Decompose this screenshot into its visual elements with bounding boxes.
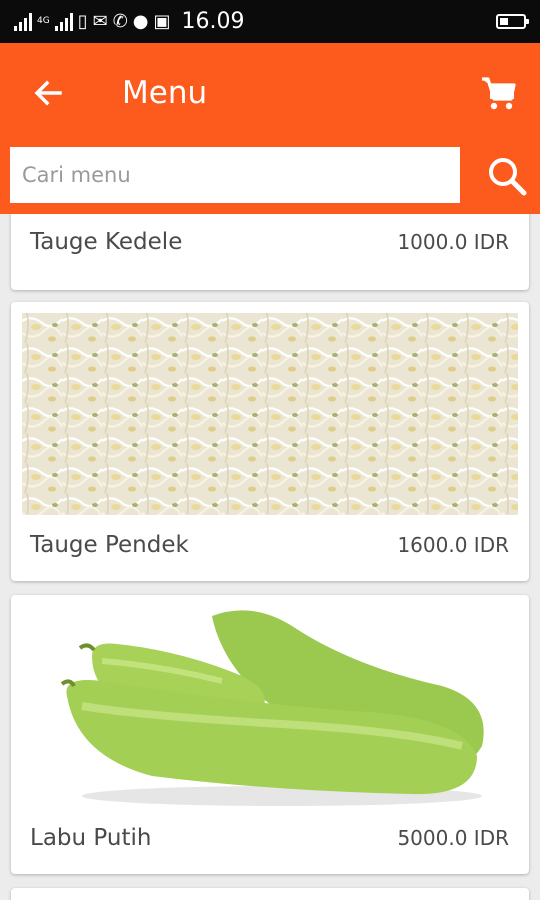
menu-item-card[interactable] — [11, 888, 529, 900]
chat-icon: ● — [132, 10, 149, 32]
signal-icon — [14, 12, 32, 31]
arrow-left-icon[interactable] — [28, 73, 68, 113]
menu-item-price: 1600.0 IDR — [397, 533, 509, 557]
menu-list[interactable]: Tauge Kedele 1000.0 IDR Tauge Pendek 160… — [0, 214, 540, 900]
menu-item-card[interactable]: Labu Putih 5000.0 IDR — [11, 595, 529, 874]
menu-item-card[interactable]: Tauge Kedele 1000.0 IDR — [11, 214, 529, 290]
shopping-cart-icon[interactable] — [478, 73, 518, 113]
menu-item-name: Tauge Kedele — [30, 229, 183, 255]
menu-item-name: Tauge Pendek — [30, 532, 189, 558]
status-icons: 4G ▯ ✉ ✆ ● ▣ 16.09 — [14, 9, 245, 34]
menu-item-price: 5000.0 IDR — [397, 826, 509, 850]
status-bar: 4G ▯ ✉ ✆ ● ▣ 16.09 — [0, 0, 540, 43]
sim-icon: ▯ — [77, 10, 88, 32]
menu-item-card[interactable]: Tauge Pendek 1600.0 IDR — [11, 302, 529, 581]
clock: 16.09 — [181, 9, 245, 34]
page-title: Menu — [122, 75, 208, 111]
clipboard-icon: ▣ — [153, 10, 171, 32]
menu-item-image — [22, 606, 518, 808]
menu-item-image — [22, 313, 518, 515]
search-input[interactable] — [10, 147, 460, 203]
app-bar: Menu — [0, 43, 540, 214]
network-type-label: 4G — [37, 16, 50, 26]
battery-icon — [496, 14, 529, 29]
signal-icon-2 — [54, 12, 73, 31]
app-notification-icon: ✉ — [92, 10, 108, 32]
menu-item-name: Labu Putih — [30, 825, 152, 851]
menu-item-price: 1000.0 IDR — [397, 230, 509, 254]
search-icon[interactable] — [485, 154, 529, 198]
whatsapp-icon: ✆ — [112, 10, 128, 32]
